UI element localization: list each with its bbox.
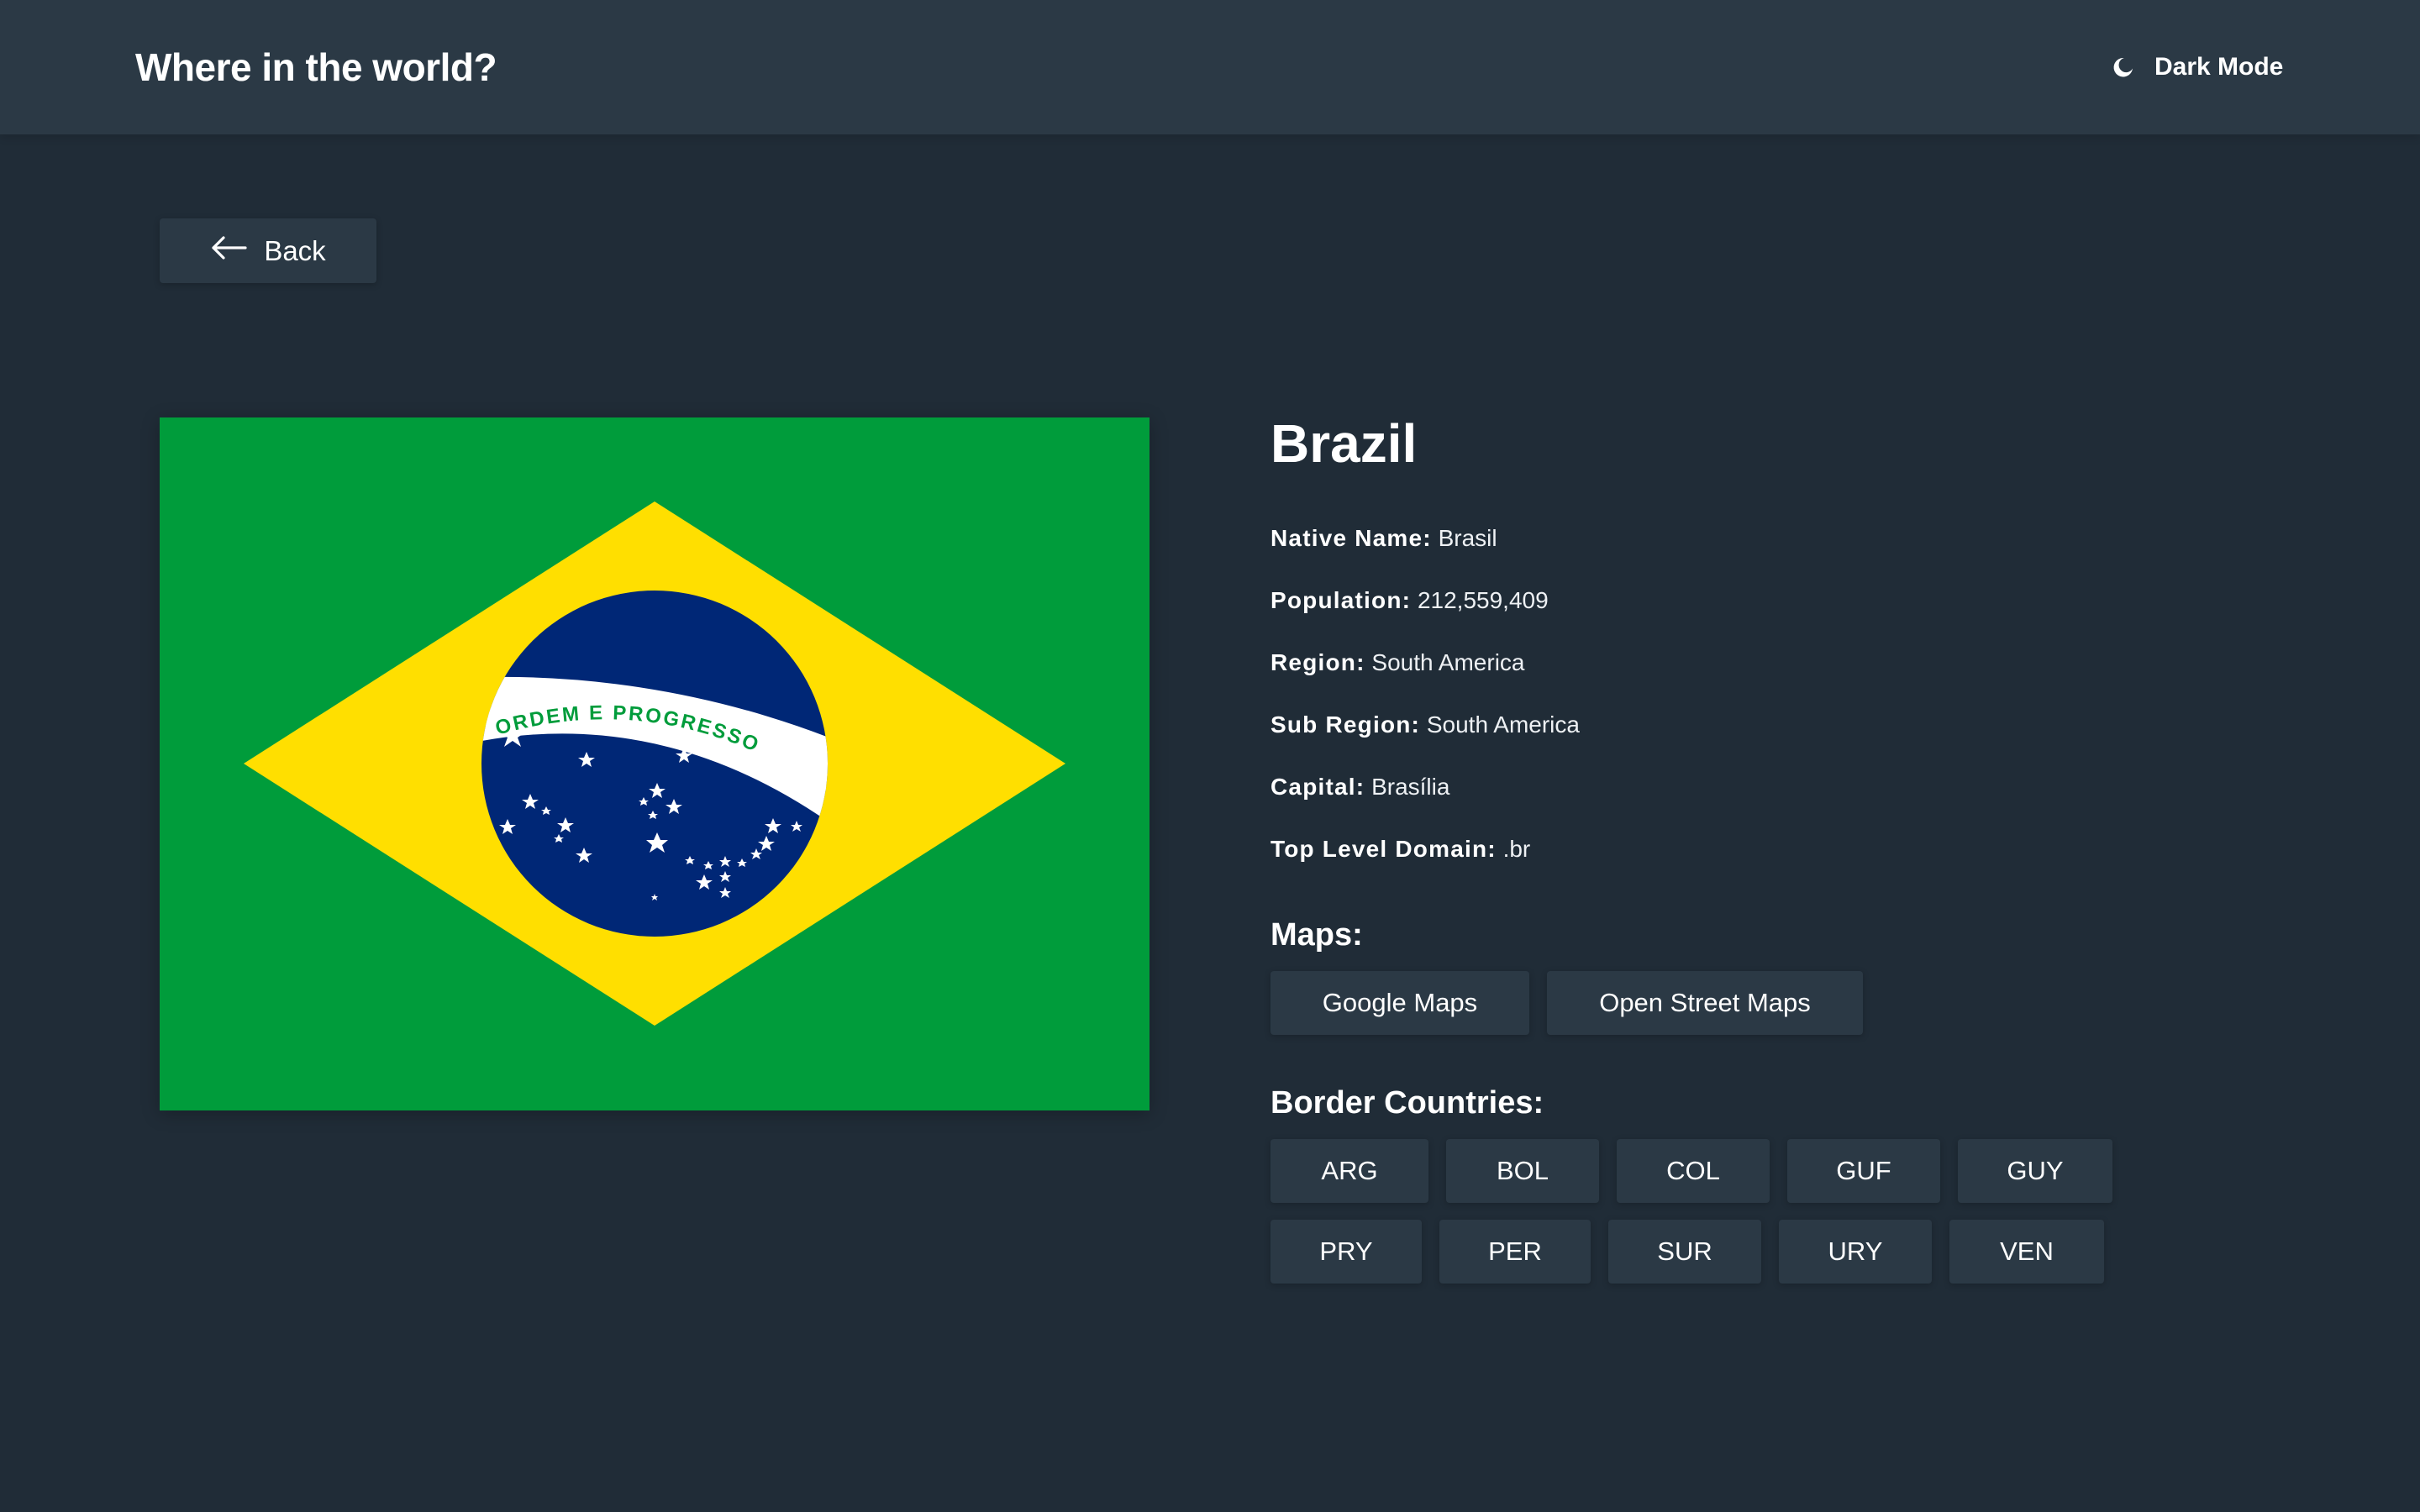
capital-row: Capital: Brasília	[1270, 771, 2279, 833]
moon-icon	[2111, 55, 2136, 80]
country-flag: ORDEM E PROGRESSO	[160, 417, 1150, 1110]
field-label: Top Level Domain:	[1270, 836, 1497, 862]
field-value: South America	[1426, 711, 1580, 738]
border-country-button[interactable]: COL	[1617, 1139, 1770, 1203]
region-row: Region: South America	[1270, 647, 2279, 709]
top-level-domain-row: Top Level Domain: .br	[1270, 833, 2279, 895]
field-label: Sub Region:	[1270, 711, 1421, 738]
native-name-row: Native Name: Brasil	[1270, 522, 2279, 585]
field-label: Capital:	[1270, 774, 1365, 800]
dark-mode-toggle[interactable]: Dark Mode	[2111, 47, 2283, 87]
brazil-flag-image: ORDEM E PROGRESSO	[160, 417, 1150, 1110]
country-details: Brazil Native Name: Brasil Population: 2…	[1270, 412, 2279, 1284]
app-title: Where in the world?	[135, 45, 497, 89]
dark-mode-label: Dark Mode	[2154, 53, 2284, 81]
population-row: Population: 212,559,409	[1270, 585, 2279, 647]
border-country-button[interactable]: PRY	[1270, 1220, 1422, 1284]
field-value: .br	[1502, 836, 1531, 862]
maps-heading: Maps:	[1270, 917, 1363, 953]
border-country-button[interactable]: GUY	[1958, 1139, 2112, 1203]
field-value: Brasil	[1438, 525, 1497, 551]
field-value: Brasília	[1371, 774, 1450, 800]
google-maps-button[interactable]: Google Maps	[1270, 971, 1529, 1035]
border-country-button[interactable]: SUR	[1608, 1220, 1761, 1284]
map-links: Google Maps Open Street Maps	[1270, 971, 1863, 1035]
border-countries-heading: Border Countries:	[1270, 1085, 1544, 1121]
back-button[interactable]: Back	[160, 218, 376, 283]
field-label: Region:	[1270, 649, 1365, 675]
border-countries-row-2: PRY PER SUR URY VEN	[1270, 1220, 2104, 1284]
border-country-button[interactable]: URY	[1779, 1220, 1932, 1284]
border-country-button[interactable]: PER	[1439, 1220, 1591, 1284]
country-name: Brazil	[1270, 413, 1418, 474]
open-street-maps-button[interactable]: Open Street Maps	[1547, 971, 1863, 1035]
back-label: Back	[264, 234, 326, 266]
field-value: South America	[1371, 649, 1525, 675]
border-country-button[interactable]: GUF	[1787, 1139, 1940, 1203]
border-countries-row-1: ARG BOL COL GUF GUY	[1270, 1139, 2112, 1203]
border-country-button[interactable]: BOL	[1446, 1139, 1599, 1203]
field-value: 212,559,409	[1417, 587, 1549, 613]
info-list: Native Name: Brasil Population: 212,559,…	[1270, 522, 2279, 895]
top-header: Where in the world? Dark Mode	[0, 0, 2420, 134]
field-label: Native Name:	[1270, 525, 1432, 551]
border-country-button[interactable]: VEN	[1949, 1220, 2104, 1284]
border-country-button[interactable]: ARG	[1270, 1139, 1428, 1203]
arrow-left-icon	[210, 235, 247, 267]
sub-region-row: Sub Region: South America	[1270, 709, 2279, 771]
field-label: Population:	[1270, 587, 1412, 613]
